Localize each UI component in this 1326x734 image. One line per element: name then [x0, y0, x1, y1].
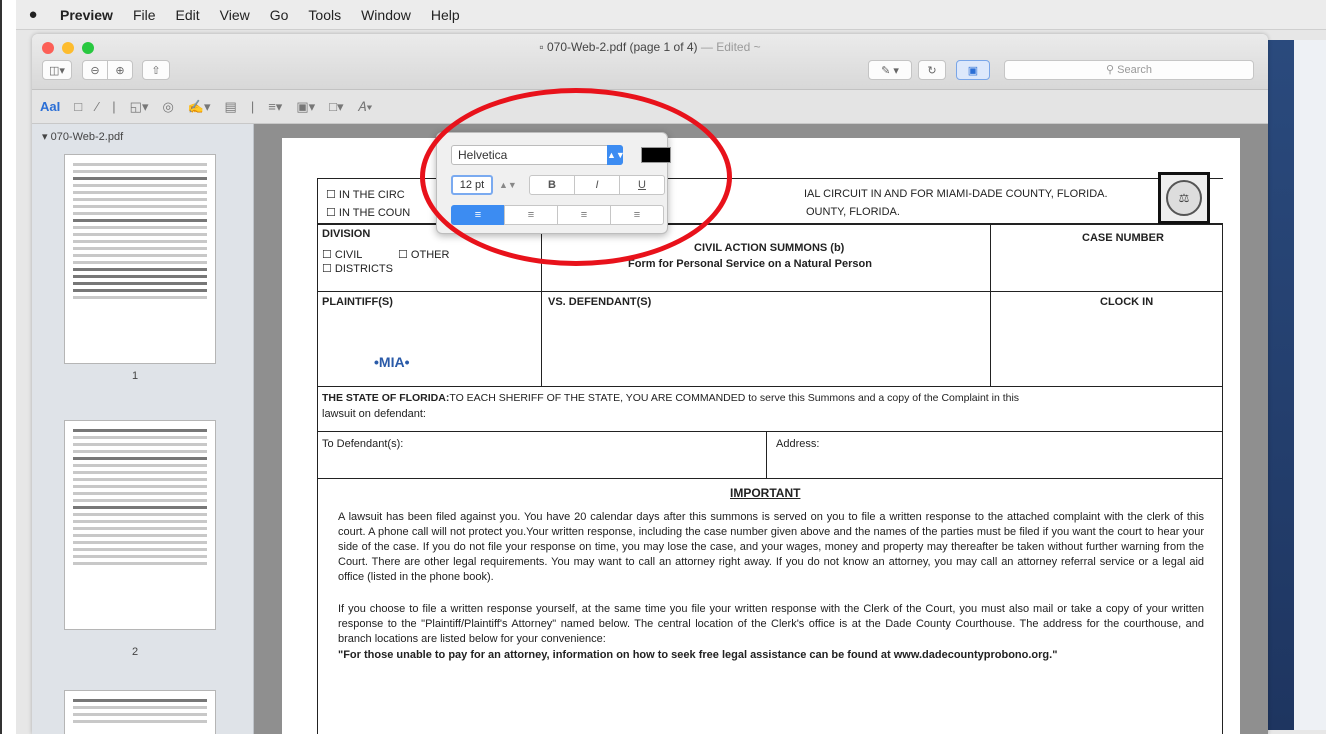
court-circuit-checkbox-label[interactable]: ☐ IN THE CIRC: [326, 188, 405, 201]
zoom-out-button[interactable]: ⊖: [82, 60, 108, 80]
menu-edit[interactable]: Edit: [166, 7, 210, 23]
divider-icon: |: [250, 99, 255, 114]
apple-icon[interactable]: ●: [16, 6, 50, 23]
shapes-icon[interactable]: ◱▾: [130, 99, 149, 115]
sketch-icon[interactable]: ∕: [96, 99, 98, 114]
important-paragraph-1: A lawsuit has been filed against you. Yo…: [338, 511, 1204, 583]
menu-go[interactable]: Go: [260, 7, 299, 23]
text-box-icon[interactable]: ◎: [162, 99, 173, 115]
case-number-label: CASE NUMBER: [1082, 232, 1164, 244]
screen: ● Preview File Edit View Go Tools Window…: [0, 0, 1326, 734]
districts-checkbox[interactable]: ☐ DISTRICTS: [322, 262, 393, 275]
border-color-icon[interactable]: ▣▾: [296, 99, 315, 115]
document-title: ▫ 070-Web-2.pdf (page 1 of 4) — Edited ~: [539, 40, 761, 54]
search-icon: ⚲: [1106, 64, 1118, 76]
share-button[interactable]: ⇧: [142, 60, 170, 80]
sidebar-toggle-button[interactable]: ◫▾: [42, 60, 72, 80]
important-paragraph-2: If you choose to file a written response…: [338, 603, 1204, 645]
sidebar-file-label[interactable]: ▾ 070-Web-2.pdf: [42, 130, 123, 143]
menu-tools[interactable]: Tools: [298, 7, 351, 23]
rotate-icon: ↻: [927, 64, 937, 77]
clock-in-label: CLOCK IN: [1100, 296, 1154, 308]
other-checkbox[interactable]: ☐ OTHER: [398, 248, 449, 261]
pro-bono-notice[interactable]: "For those unable to pay for an attorney…: [338, 648, 1204, 663]
court-county-checkbox-label[interactable]: ☐ IN THE COUN: [326, 206, 410, 219]
document-viewer[interactable]: ☐ IN THE CIRC IAL CIRCUIT IN AND FOR MIA…: [254, 124, 1268, 734]
pen-tool-button[interactable]: ✎ ▾: [868, 60, 912, 80]
court-circuit-text: IAL CIRCUIT IN AND FOR MIAMI-DADE COUNTY…: [804, 188, 1108, 200]
sidebar-icon: ◫▾: [49, 64, 65, 77]
zoom-in-button[interactable]: ⊕: [107, 60, 133, 80]
court-seal-logo: ⚖: [1158, 172, 1210, 224]
important-heading: IMPORTANT: [730, 486, 801, 500]
search-field[interactable]: ⚲ Search: [1004, 60, 1254, 80]
menu-file[interactable]: File: [123, 7, 166, 23]
toolbox-icon: ▣: [967, 64, 979, 77]
zoom-in-icon: ⊕: [115, 64, 125, 77]
court-county-text: OUNTY, FLORIDA.: [806, 206, 900, 218]
defendant-address-divider: [766, 431, 767, 479]
text-style-button[interactable]: AaI: [40, 99, 60, 114]
page-thumbnail-1[interactable]: [64, 154, 216, 364]
text-format-icon[interactable]: 𝐴▾: [358, 99, 373, 115]
markup-toolbar-button[interactable]: ▣: [956, 60, 990, 80]
summons-subtitle: Form for Personal Service on a Natural P…: [628, 258, 872, 270]
annotation-highlight-ring: [420, 88, 732, 266]
title-bar: ▫ 070-Web-2.pdf (page 1 of 4) — Edited ~…: [32, 34, 1268, 90]
divider-icon: |: [112, 99, 116, 114]
mia-logo: •MIA•: [374, 354, 410, 370]
page-thumbnail-label: 2: [132, 646, 139, 658]
fill-color-icon[interactable]: □▾: [329, 99, 343, 115]
menu-bar: ● Preview File Edit View Go Tools Window…: [16, 0, 1326, 30]
address-label[interactable]: Address:: [776, 438, 819, 450]
to-defendant-label[interactable]: To Defendant(s):: [322, 438, 403, 450]
pdf-file-icon: ▫: [539, 40, 547, 54]
line-style-icon[interactable]: ≡▾: [268, 99, 282, 115]
state-command-text-2: lawsuit on defendant:: [322, 408, 426, 420]
thumbnail-sidebar: ▾ 070-Web-2.pdf 1 2: [32, 124, 254, 734]
zoom-out-icon: ⊖: [90, 64, 100, 77]
page-thumbnail-label: 1: [132, 370, 139, 382]
defendant-label: VS. DEFENDANT(S): [548, 296, 652, 308]
signature-icon[interactable]: ✍▾: [188, 99, 211, 115]
rotate-button[interactable]: ↻: [918, 60, 946, 80]
plaintiff-label: PLAINTIFF(S): [322, 296, 393, 308]
menu-view[interactable]: View: [210, 7, 260, 23]
background-window[interactable]: [1268, 40, 1326, 730]
division-label: DIVISION: [322, 228, 371, 240]
menu-help[interactable]: Help: [421, 7, 470, 23]
disclosure-triangle-icon[interactable]: ▾: [42, 131, 51, 143]
pen-icon: ✎ ▾: [881, 64, 899, 77]
pdf-page[interactable]: ☐ IN THE CIRC IAL CIRCUIT IN AND FOR MIA…: [282, 138, 1240, 734]
page-thumbnail-3[interactable]: [64, 690, 216, 734]
rectangular-selection-icon[interactable]: □: [74, 99, 82, 114]
menu-preview[interactable]: Preview: [50, 7, 123, 23]
state-command-text: THE STATE OF FLORIDA:TO EACH SHERIFF OF …: [322, 392, 1020, 404]
share-icon: ⇧: [151, 64, 161, 77]
menu-window[interactable]: Window: [351, 7, 421, 23]
note-icon[interactable]: ▤: [225, 99, 237, 115]
page-thumbnail-2[interactable]: [64, 420, 216, 630]
defendant-address-row: [317, 431, 1223, 479]
summons-title: CIVIL ACTION SUMMONS (b): [694, 242, 845, 254]
civil-checkbox[interactable]: ☐ CIVIL: [322, 248, 362, 261]
